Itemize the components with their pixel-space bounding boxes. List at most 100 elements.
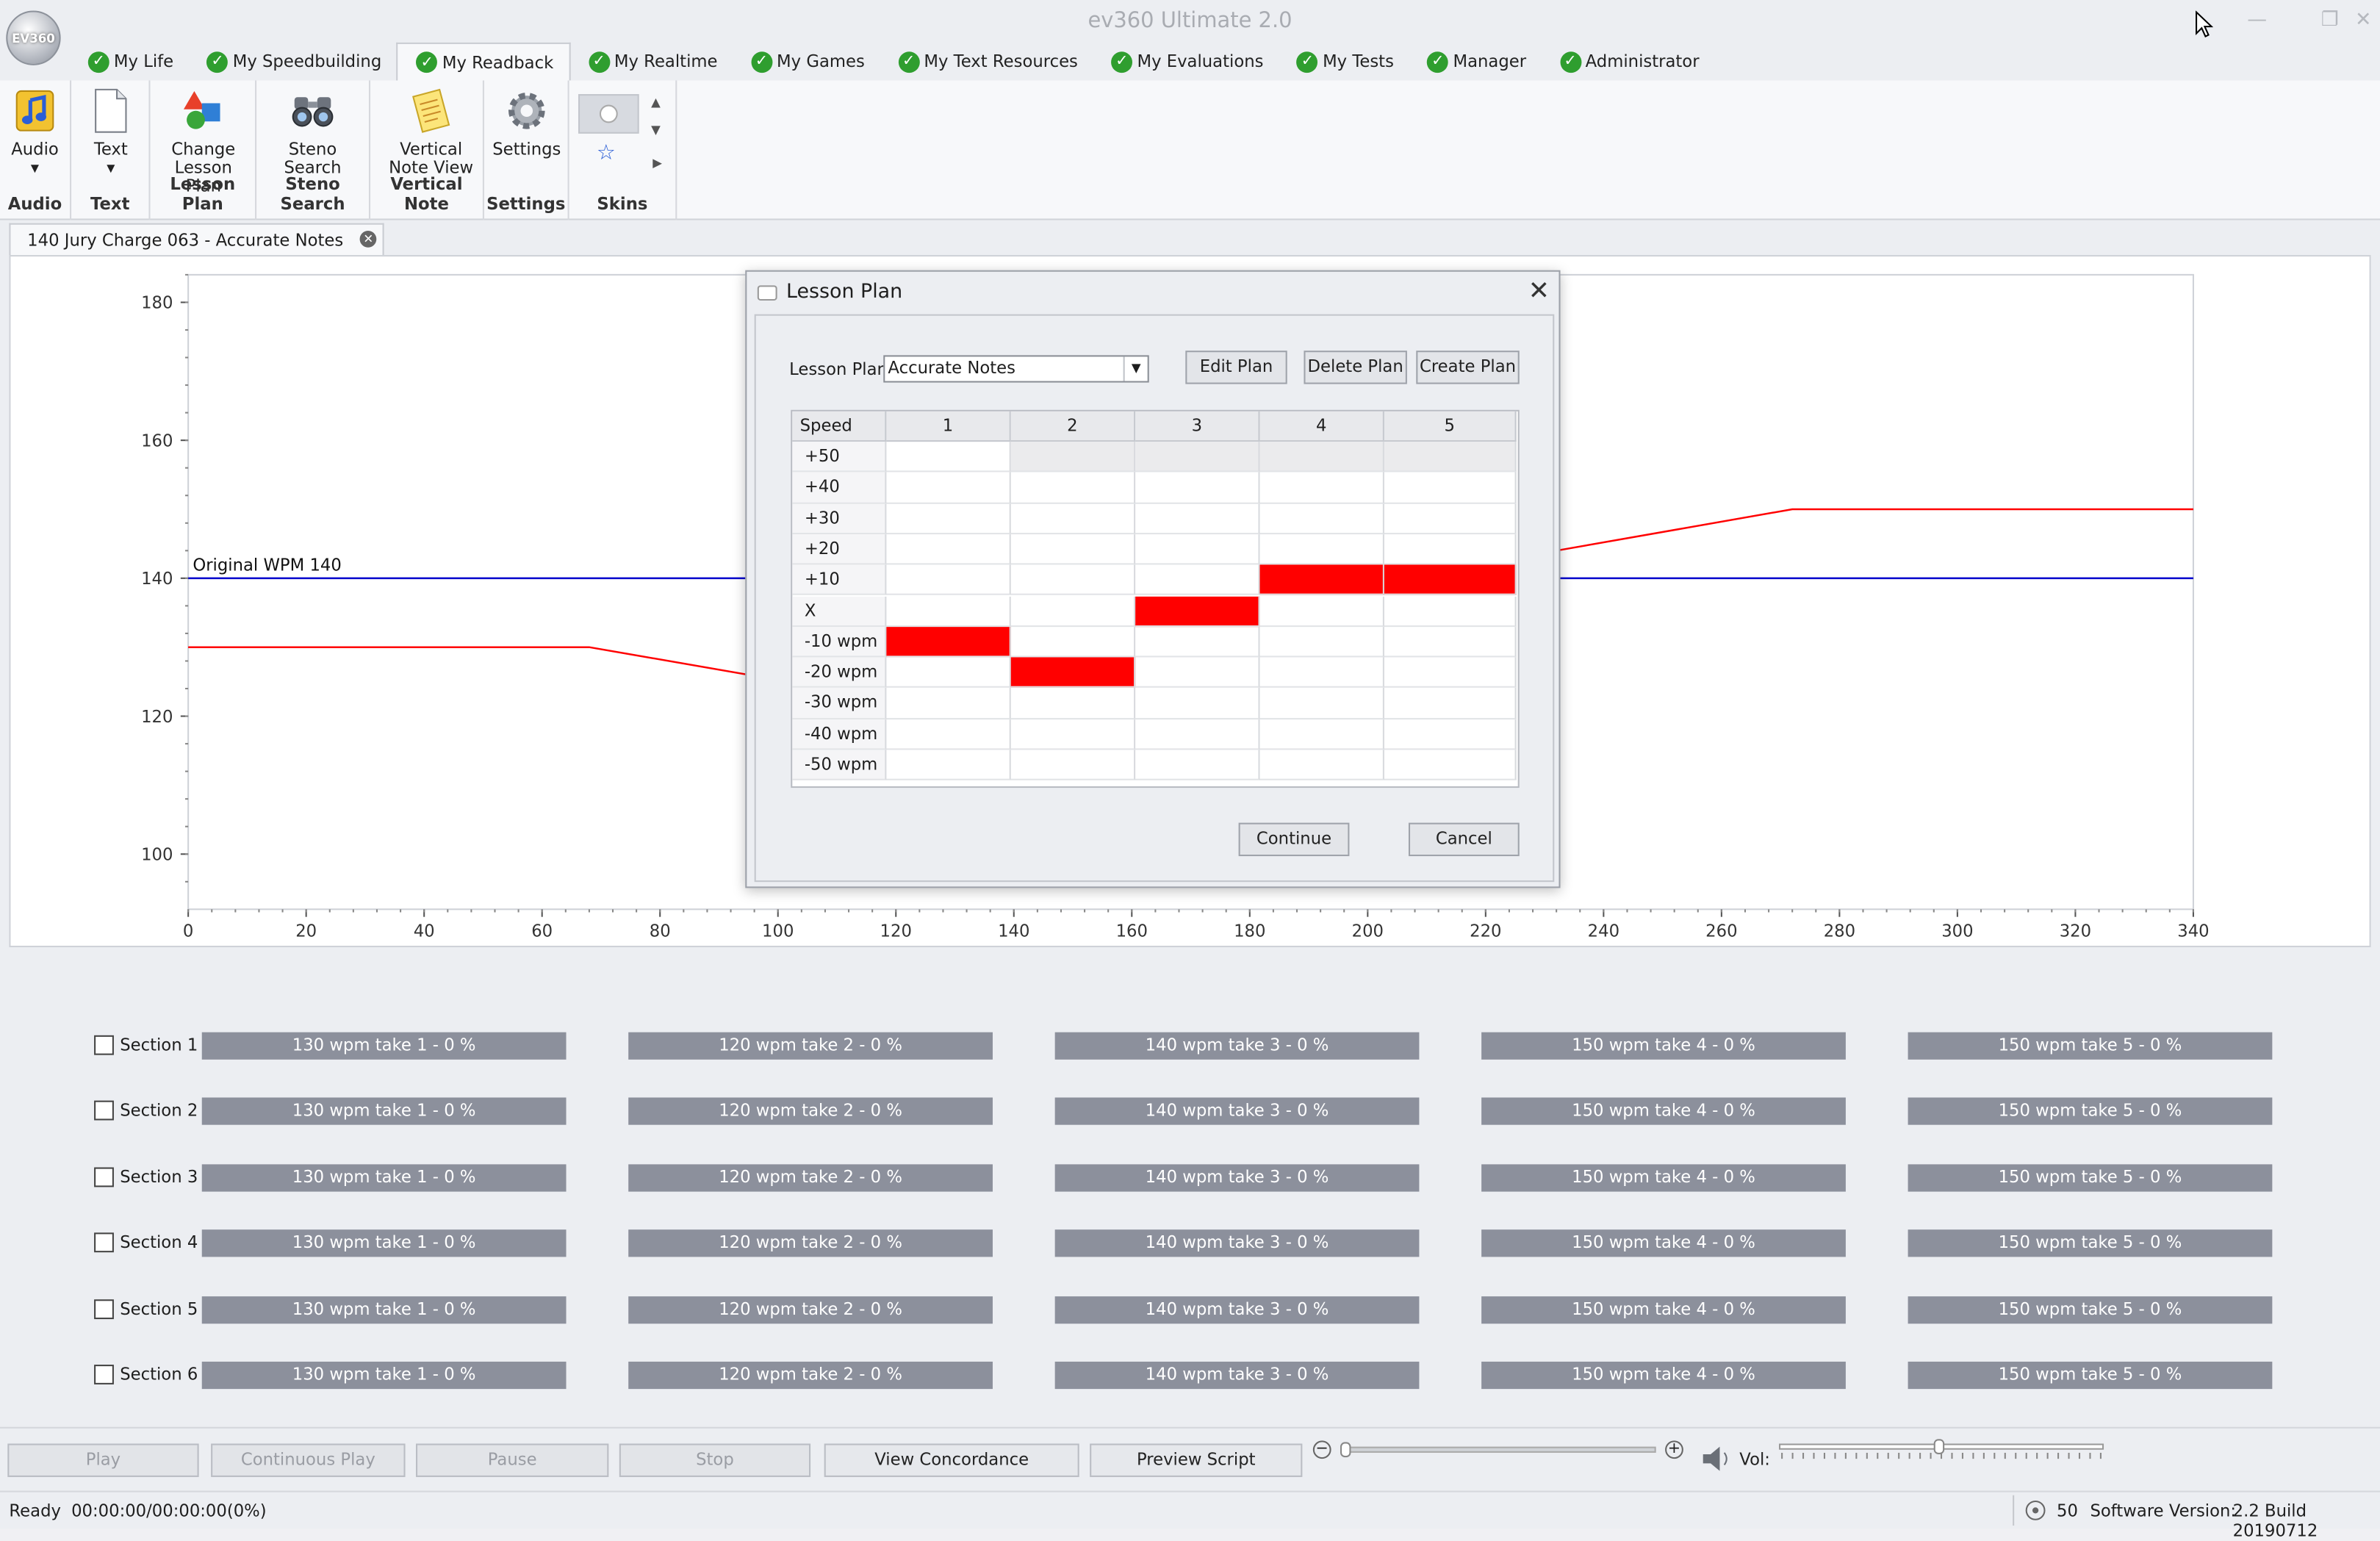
take-progress-bar[interactable]: 150 wpm take 4 - 0 %	[1481, 1296, 1846, 1324]
pause-button[interactable]: Pause	[416, 1443, 609, 1477]
grid-cell[interactable]	[1135, 750, 1260, 781]
grid-cell[interactable]	[1259, 442, 1384, 473]
take-progress-bar[interactable]: 140 wpm take 3 - 0 %	[1054, 1296, 1420, 1324]
tab-my-life[interactable]: ✓ My Life	[70, 43, 189, 81]
grid-cell[interactable]	[1384, 688, 1517, 719]
scroll-down-icon[interactable]: ▼	[651, 123, 661, 137]
stop-button[interactable]: Stop	[619, 1443, 811, 1477]
grid-cell[interactable]	[1259, 503, 1384, 534]
grid-cell[interactable]	[1010, 719, 1136, 750]
take-progress-bar[interactable]: 120 wpm take 2 - 0 %	[628, 1229, 993, 1257]
tab-my-readback[interactable]: ✓ My Readback	[396, 42, 570, 81]
view-concordance-button[interactable]: View Concordance	[824, 1443, 1079, 1477]
grid-cell-selected[interactable]	[886, 626, 1011, 658]
take-progress-bar[interactable]: 150 wpm take 5 - 0 %	[1908, 1229, 2273, 1257]
grid-cell[interactable]	[1384, 595, 1517, 627]
grid-cell[interactable]	[886, 595, 1011, 627]
section-checkbox[interactable]	[94, 1035, 114, 1055]
grid-cell[interactable]	[1010, 534, 1136, 565]
tab-administrator[interactable]: ✓ Administrator	[1542, 43, 1714, 81]
restore-icon[interactable]: ❐	[2316, 7, 2343, 35]
grid-cell[interactable]	[1384, 442, 1517, 473]
take-progress-bar[interactable]: 140 wpm take 3 - 0 %	[1054, 1229, 1420, 1257]
edit-plan-button[interactable]: Edit Plan	[1185, 351, 1287, 384]
settings-button[interactable]: Settings	[490, 87, 563, 159]
grid-cell[interactable]	[1135, 503, 1260, 534]
grid-cell[interactable]	[886, 503, 1011, 534]
grid-cell[interactable]	[1135, 719, 1260, 750]
grid-cell[interactable]	[1259, 595, 1384, 627]
take-progress-bar[interactable]: 120 wpm take 2 - 0 %	[628, 1097, 993, 1125]
take-progress-bar[interactable]: 120 wpm take 2 - 0 %	[628, 1361, 993, 1390]
grid-cell[interactable]	[1010, 564, 1136, 596]
section-checkbox[interactable]	[94, 1100, 114, 1121]
grid-cell[interactable]	[886, 473, 1011, 503]
star-skin-icon[interactable]: ☆	[597, 141, 616, 165]
grid-cell[interactable]	[1135, 442, 1260, 473]
grid-cell[interactable]	[1259, 626, 1384, 658]
grid-cell[interactable]	[1384, 719, 1517, 750]
volume-slider[interactable]	[1779, 1439, 2104, 1454]
take-progress-bar[interactable]: 140 wpm take 3 - 0 %	[1054, 1097, 1420, 1125]
chevron-down-icon[interactable]: ▼	[1123, 356, 1148, 381]
skin-option-default[interactable]	[578, 94, 639, 134]
grid-cell[interactable]	[1384, 750, 1517, 781]
grid-cell[interactable]	[1384, 534, 1517, 565]
grid-cell[interactable]	[1135, 688, 1260, 719]
take-progress-bar[interactable]: 130 wpm take 1 - 0 %	[201, 1296, 567, 1324]
grid-cell[interactable]	[1384, 473, 1517, 503]
grid-cell[interactable]	[886, 750, 1011, 781]
grid-cell[interactable]	[1259, 534, 1384, 565]
scroll-up-icon[interactable]: ▲	[651, 96, 661, 109]
cancel-button[interactable]: Cancel	[1408, 822, 1520, 857]
grid-cell[interactable]	[1010, 595, 1136, 627]
section-checkbox[interactable]	[94, 1365, 114, 1384]
tab-my-realtime[interactable]: ✓ My Realtime	[570, 43, 733, 81]
grid-cell[interactable]	[1135, 534, 1260, 565]
take-progress-bar[interactable]: 150 wpm take 5 - 0 %	[1908, 1164, 2273, 1192]
preview-script-button[interactable]: Preview Script	[1090, 1443, 1303, 1477]
tab-my-games[interactable]: ✓ My Games	[733, 43, 880, 81]
audio-button[interactable]: Audio ▼	[6, 87, 63, 178]
take-progress-bar[interactable]: 120 wpm take 2 - 0 %	[628, 1296, 993, 1324]
grid-cell[interactable]	[1135, 473, 1260, 503]
take-progress-bar[interactable]: 150 wpm take 4 - 0 %	[1481, 1032, 1846, 1060]
delete-plan-button[interactable]: Delete Plan	[1304, 351, 1407, 384]
tab-my-speedbuilding[interactable]: ✓ My Speedbuilding	[189, 43, 397, 81]
grid-cell-selected[interactable]	[1384, 564, 1517, 596]
grid-cell[interactable]	[1259, 719, 1384, 750]
grid-cell[interactable]	[1010, 473, 1136, 503]
grid-cell[interactable]	[886, 657, 1011, 689]
lesson-plan-grid[interactable]: Speed12345 +50 wpm+40 wpm+30 wpm+20 wpm+1…	[791, 409, 1520, 789]
grid-cell[interactable]	[886, 688, 1011, 719]
take-progress-bar[interactable]: 130 wpm take 1 - 0 %	[201, 1361, 567, 1390]
grid-cell[interactable]	[1259, 688, 1384, 719]
take-progress-bar[interactable]: 150 wpm take 4 - 0 %	[1481, 1164, 1846, 1192]
steno-search-button[interactable]: Steno Search	[275, 87, 350, 178]
tab-my-tests[interactable]: ✓ My Tests	[1279, 43, 1409, 81]
take-progress-bar[interactable]: 130 wpm take 1 - 0 %	[201, 1097, 567, 1125]
play-button[interactable]: Play	[7, 1443, 199, 1477]
take-progress-bar[interactable]: 150 wpm take 4 - 0 %	[1481, 1229, 1846, 1257]
position-slider[interactable]	[1340, 1442, 1656, 1458]
grid-cell-selected[interactable]	[1259, 564, 1384, 596]
section-checkbox[interactable]	[94, 1299, 114, 1320]
tab-manager[interactable]: ✓ Manager	[1409, 43, 1542, 81]
grid-cell[interactable]	[1135, 626, 1260, 658]
section-checkbox[interactable]	[94, 1232, 114, 1253]
position-slider-thumb[interactable]	[1340, 1442, 1351, 1458]
grid-cell[interactable]	[886, 719, 1011, 750]
grid-cell-selected[interactable]	[1135, 595, 1260, 627]
speaker-icon[interactable]	[1700, 1443, 1733, 1473]
continuous-play-button[interactable]: Continuous Play	[211, 1443, 406, 1477]
grid-cell[interactable]	[1384, 657, 1517, 689]
text-button[interactable]: Text ▼	[82, 87, 140, 178]
take-progress-bar[interactable]: 120 wpm take 2 - 0 %	[628, 1164, 993, 1192]
grid-cell[interactable]	[886, 564, 1011, 596]
grid-cell[interactable]	[1010, 750, 1136, 781]
document-tab[interactable]: 140 Jury Charge 063 - Accurate Notes ✕	[9, 223, 385, 256]
take-progress-bar[interactable]: 150 wpm take 5 - 0 %	[1908, 1097, 2273, 1125]
create-plan-button[interactable]: Create Plan	[1416, 351, 1520, 384]
grid-cell[interactable]	[886, 442, 1011, 473]
take-progress-bar[interactable]: 140 wpm take 3 - 0 %	[1054, 1361, 1420, 1390]
